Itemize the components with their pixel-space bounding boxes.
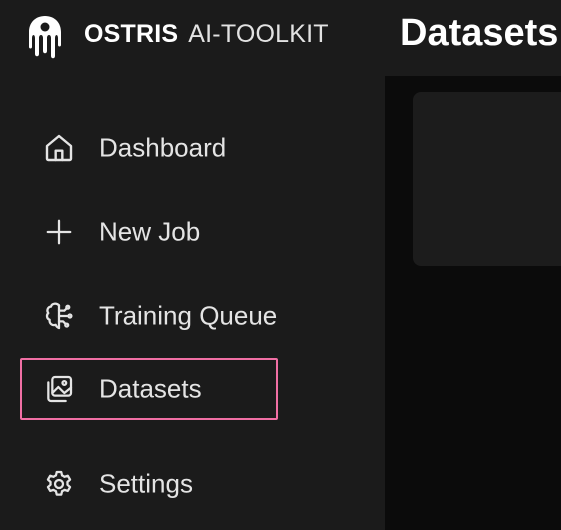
- sidebar-item-label: Training Queue: [99, 300, 278, 331]
- sidebar-item-label: Dashboard: [99, 132, 227, 163]
- content-card: [413, 92, 561, 266]
- sidebar-item-label: New Job: [99, 216, 201, 247]
- home-icon: [42, 131, 76, 165]
- sidebar-item-dashboard[interactable]: Dashboard: [20, 118, 278, 178]
- images-icon: [42, 372, 76, 406]
- sidebar-item-new-job[interactable]: New Job: [20, 202, 278, 262]
- sidebar-item-datasets[interactable]: Datasets: [20, 358, 278, 420]
- brain-icon: [42, 299, 76, 333]
- brand-name: OSTRIS AI-TOOLKIT: [84, 20, 329, 49]
- brand-light: AI-TOOLKIT: [188, 20, 329, 48]
- ostris-logo-icon[interactable]: [27, 14, 63, 60]
- sidebar-item-settings[interactable]: Settings: [20, 454, 278, 514]
- sidebar: Dashboard New Job Training Queue Dataset…: [0, 76, 385, 530]
- gear-icon: [42, 467, 76, 501]
- sidebar-item-label: Settings: [99, 468, 193, 499]
- plus-icon: [42, 215, 76, 249]
- brand-strong: OSTRIS: [84, 20, 179, 48]
- main-content: [385, 76, 561, 530]
- top-bar: OSTRIS AI-TOOLKIT Datasets: [0, 0, 561, 76]
- page-title: Datasets: [400, 12, 559, 54]
- app-window: OSTRIS AI-TOOLKIT Datasets Dashboard New …: [0, 0, 561, 530]
- sidebar-item-label: Datasets: [99, 373, 202, 404]
- sidebar-item-training-queue[interactable]: Training Queue: [20, 286, 278, 346]
